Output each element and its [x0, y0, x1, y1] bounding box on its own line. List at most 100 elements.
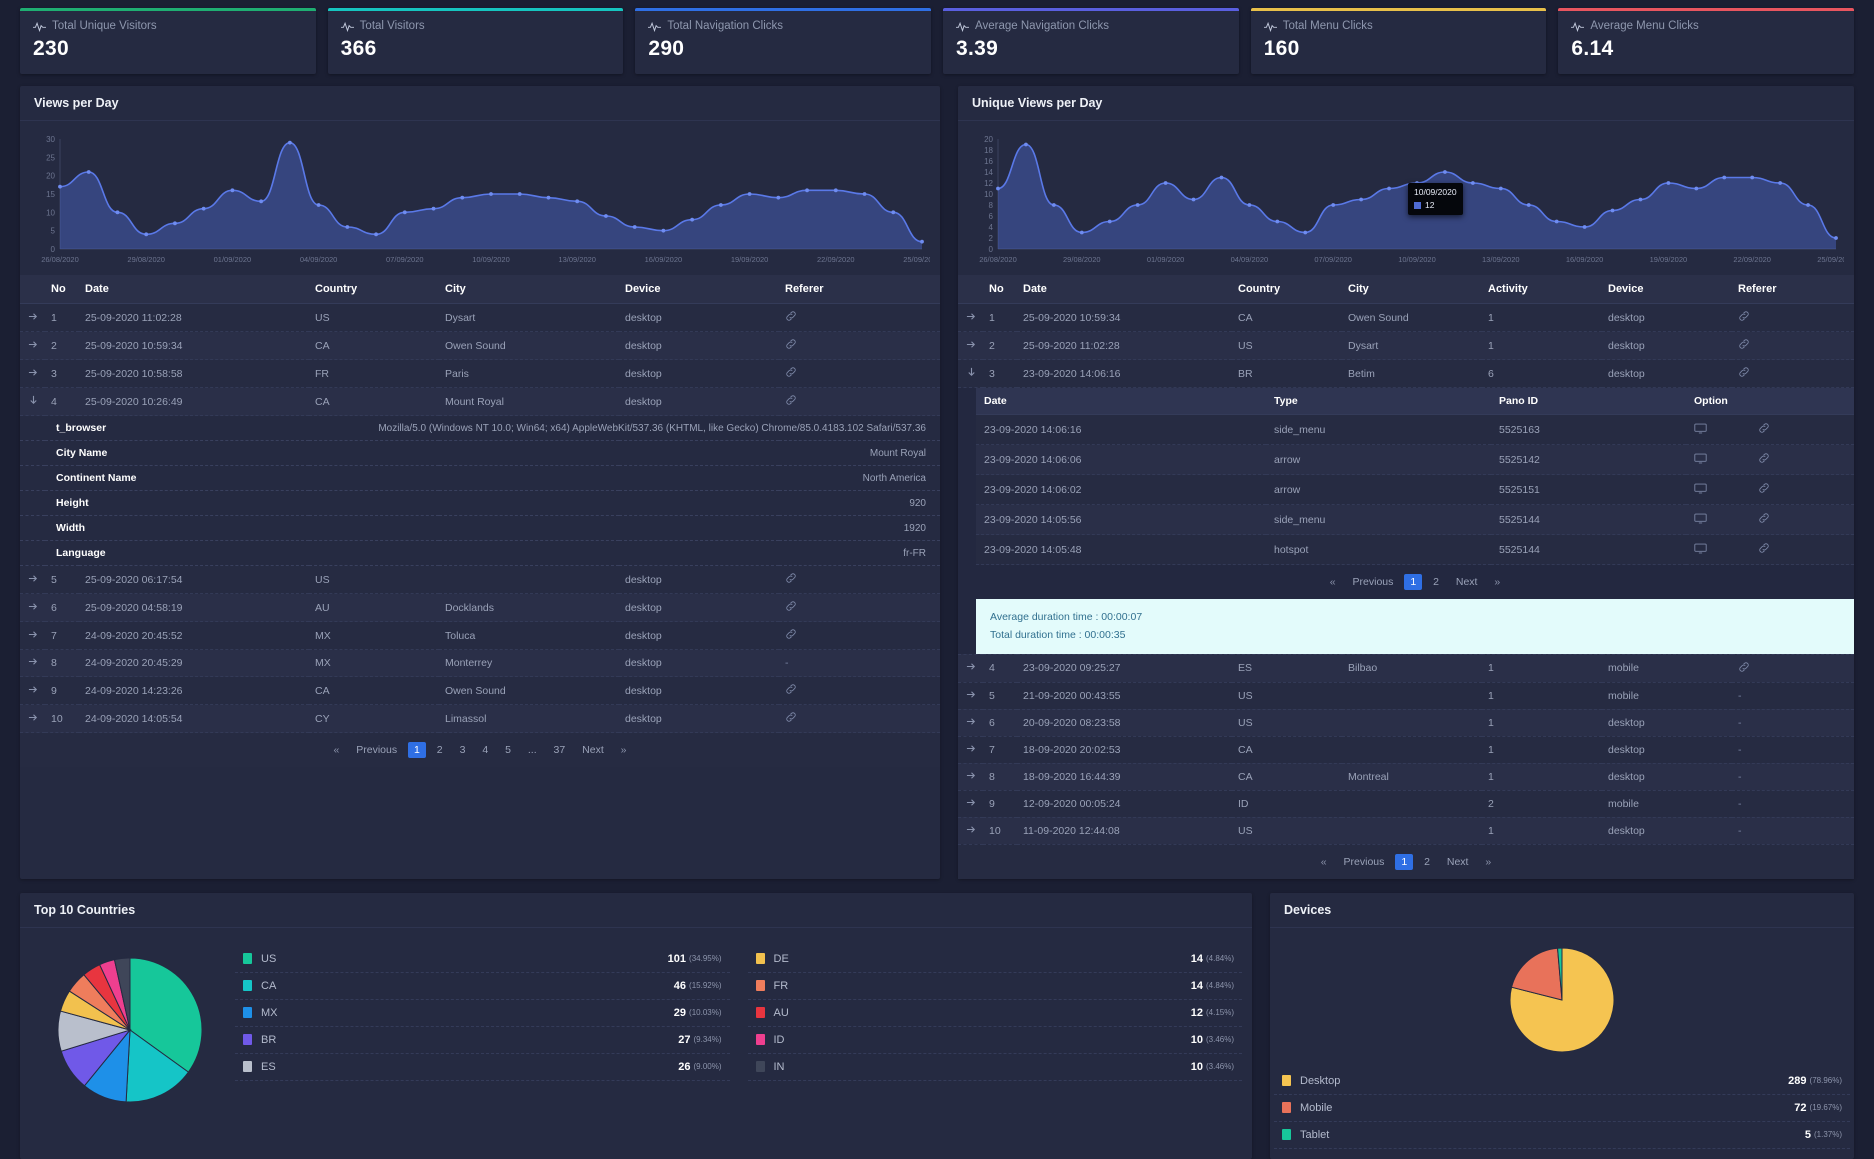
link-icon[interactable] [1758, 422, 1770, 434]
row-expand-toggle[interactable] [20, 359, 45, 388]
sub-pager-page-2[interactable]: 2 [1427, 574, 1445, 590]
table-row[interactable]: 4 23-09-2020 09:25:27 ES Bilbao 1 mobile [958, 654, 1854, 683]
country-legend-item[interactable]: AU 12 (4.15%) [747, 1000, 1242, 1027]
table-row[interactable]: 10 24-09-2020 14:05:54 CY Limassol deskt… [20, 704, 940, 733]
cell-referer[interactable] [779, 359, 940, 388]
pager-next[interactable]: Next [576, 742, 610, 758]
link-icon[interactable] [785, 600, 797, 612]
row-expand-toggle[interactable] [20, 303, 45, 332]
pager-previous[interactable]: Previous [1338, 854, 1391, 870]
table-row[interactable]: 5 21-09-2020 00:43:55 US 1 mobile - [958, 682, 1854, 710]
cell-referer[interactable] [779, 621, 940, 650]
country-legend-item[interactable]: ES 26 (9.00%) [235, 1054, 730, 1081]
open-link-icon[interactable] [1758, 542, 1770, 557]
pager-page-2[interactable]: 2 [431, 742, 449, 758]
arrow-right-icon[interactable] [966, 311, 977, 322]
link-icon[interactable] [785, 711, 797, 723]
table-row[interactable]: 5 25-09-2020 06:17:54 US desktop [20, 565, 940, 594]
sub-pager-page-1[interactable]: 1 [1404, 574, 1423, 590]
country-legend-item[interactable]: ID 10 (3.46%) [747, 1027, 1242, 1054]
row-expand-toggle[interactable] [958, 654, 983, 683]
link-icon[interactable] [1738, 310, 1750, 322]
pager-page-4[interactable]: 4 [476, 742, 494, 758]
link-icon[interactable] [785, 572, 797, 584]
cell-referer[interactable] [779, 704, 940, 733]
cell-referer[interactable] [1732, 654, 1854, 683]
cell-referer[interactable] [779, 331, 940, 360]
arrow-right-icon[interactable] [28, 712, 39, 723]
device-legend-item[interactable]: Mobile 72 (19.67%) [1274, 1095, 1850, 1122]
cell-referer[interactable] [1732, 331, 1854, 360]
link-icon[interactable] [785, 628, 797, 640]
monitor-icon[interactable] [1694, 543, 1707, 554]
table-row[interactable]: 6 25-09-2020 04:58:19 AU Docklands deskt… [20, 593, 940, 622]
monitor-icon[interactable] [1694, 453, 1707, 464]
pager-next[interactable]: Next [1441, 854, 1475, 870]
cell-referer[interactable] [779, 565, 940, 594]
row-expand-toggle[interactable] [958, 763, 983, 791]
arrow-right-icon[interactable] [28, 656, 39, 667]
arrow-right-icon[interactable] [966, 797, 977, 808]
device-legend-item[interactable]: Tablet 5 (1.37%) [1274, 1122, 1850, 1149]
sub-cell-option[interactable] [1686, 414, 1854, 445]
table-row[interactable]: 4 25-09-2020 10:26:49 CA Mount Royal des… [20, 387, 940, 416]
arrow-right-icon[interactable] [28, 367, 39, 378]
table-row[interactable]: 8 18-09-2020 16:44:39 CA Montreal 1 desk… [958, 763, 1854, 791]
row-expand-toggle[interactable] [20, 676, 45, 705]
cell-referer[interactable] [779, 593, 940, 622]
open-link-icon[interactable] [1758, 483, 1770, 497]
link-icon[interactable] [1738, 661, 1750, 673]
open-link-icon[interactable] [1758, 422, 1770, 437]
pager-prev-chevron[interactable]: « [327, 742, 345, 758]
arrow-right-icon[interactable] [28, 339, 39, 350]
arrow-right-icon[interactable] [966, 770, 977, 781]
cell-referer[interactable]: - [1732, 790, 1854, 818]
row-expand-toggle[interactable] [958, 359, 983, 388]
link-icon[interactable] [1758, 542, 1770, 554]
cell-referer[interactable]: - [1732, 817, 1854, 845]
unique-table-pager[interactable]: « Previous 1 2 Next » [958, 844, 1854, 879]
arrow-down-icon[interactable] [28, 395, 39, 406]
pager-page-1[interactable]: 1 [408, 742, 426, 758]
table-row[interactable]: 7 18-09-2020 20:02:53 CA 1 desktop - [958, 736, 1854, 764]
cell-referer[interactable] [779, 303, 940, 332]
link-icon[interactable] [1758, 452, 1770, 464]
table-row[interactable]: 2 25-09-2020 10:59:34 CA Owen Sound desk… [20, 331, 940, 360]
monitor-icon[interactable] [1694, 513, 1707, 524]
preview-monitor-icon[interactable] [1694, 483, 1707, 497]
pager-prev-chevron[interactable]: « [1315, 854, 1333, 870]
cell-referer[interactable] [1732, 359, 1854, 388]
link-icon[interactable] [1738, 366, 1750, 378]
row-expand-toggle[interactable] [958, 736, 983, 764]
sub-pager-next-chevron[interactable]: » [1488, 574, 1506, 590]
monitor-icon[interactable] [1694, 423, 1707, 434]
sub-pager-previous[interactable]: Previous [1347, 574, 1400, 590]
arrow-down-icon[interactable] [966, 367, 977, 378]
sub-table-row[interactable]: 23-09-2020 14:06:16 side_menu 5525163 [976, 414, 1854, 445]
arrow-right-icon[interactable] [966, 716, 977, 727]
pager-previous[interactable]: Previous [350, 742, 403, 758]
link-icon[interactable] [1758, 512, 1770, 524]
sub-table-row[interactable]: 23-09-2020 14:05:48 hotspot 5525144 [976, 534, 1854, 565]
row-expand-toggle[interactable] [20, 565, 45, 594]
pager-page-last[interactable]: 37 [548, 742, 572, 758]
row-expand-toggle[interactable] [958, 331, 983, 360]
table-row[interactable]: 10 11-09-2020 12:44:08 US 1 desktop - [958, 817, 1854, 845]
row-expand-toggle[interactable] [958, 709, 983, 737]
arrow-right-icon[interactable] [28, 311, 39, 322]
arrow-right-icon[interactable] [966, 824, 977, 835]
country-legend-item[interactable]: FR 14 (4.84%) [747, 973, 1242, 1000]
sub-table-pager[interactable]: « Previous 1 2 Next » [976, 565, 1854, 599]
pager-next-chevron[interactable]: » [615, 742, 633, 758]
sub-cell-option[interactable] [1686, 534, 1854, 565]
country-legend-item[interactable]: US 101 (34.95%) [235, 946, 730, 973]
row-expand-toggle[interactable] [20, 387, 45, 416]
arrow-right-icon[interactable] [28, 629, 39, 640]
table-row[interactable]: 9 24-09-2020 14:23:26 CA Owen Sound desk… [20, 676, 940, 705]
link-icon[interactable] [785, 338, 797, 350]
row-expand-toggle[interactable] [20, 331, 45, 360]
sub-table-row[interactable]: 23-09-2020 14:06:06 arrow 5525142 [976, 444, 1854, 475]
cell-referer[interactable]: - [1732, 709, 1854, 737]
table-row[interactable]: 3 25-09-2020 10:58:58 FR Paris desktop [20, 359, 940, 388]
sub-table-row[interactable]: 23-09-2020 14:05:56 side_menu 5525144 [976, 504, 1854, 535]
